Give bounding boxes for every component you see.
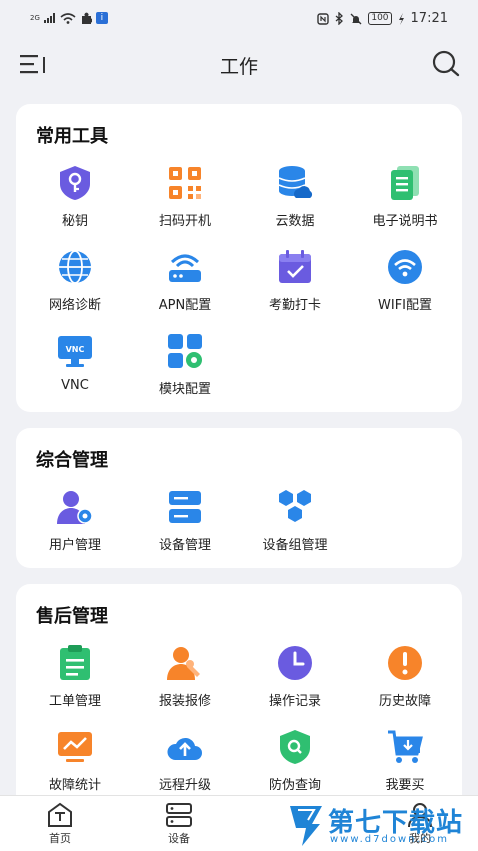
tool-label: 云数据 — [275, 214, 315, 229]
want-to-buy[interactable]: 我要买 — [350, 728, 460, 793]
tab-label: 设备 — [168, 832, 190, 845]
tool-cloud-data[interactable]: 云数据 — [240, 164, 350, 229]
menu-label: 用户管理 — [48, 538, 101, 553]
tool-label: VNC — [61, 378, 89, 393]
section-common-tools: 常用工具 秘钥 扫码开机 云数据 电子说明书 网络诊断 APN配置 考勤打卡 W… — [16, 104, 462, 412]
charging-icon — [398, 12, 404, 25]
cloud-upload-icon — [167, 737, 202, 760]
tab-label: 首页 — [49, 832, 71, 845]
remote-upgrade[interactable]: 远程升级 — [130, 728, 240, 793]
tool-key[interactable]: 秘钥 — [20, 164, 130, 229]
menu-label: 防伪查询 — [268, 778, 321, 793]
tool-label: WIFI配置 — [378, 298, 432, 313]
mute-icon — [350, 13, 362, 24]
tool-attendance[interactable]: 考勤打卡 — [240, 248, 350, 313]
device-group-management[interactable]: 设备组管理 — [240, 488, 350, 553]
battery-indicator: 100 — [368, 12, 392, 25]
info-icon: i — [95, 12, 108, 24]
home-icon — [48, 802, 72, 827]
shield-search-icon — [280, 730, 310, 764]
tool-label: 考勤打卡 — [268, 298, 321, 313]
cloud-database-icon — [278, 166, 313, 198]
tab-devices[interactable]: 设备 — [149, 802, 209, 846]
menu-label: 我要买 — [385, 778, 425, 793]
tool-label: 秘钥 — [61, 214, 88, 229]
tool-apn-config[interactable]: APN配置 — [130, 248, 240, 313]
monitor-vnc-icon: VNC — [58, 336, 92, 367]
alert-icon — [388, 646, 422, 680]
tool-manual[interactable]: 电子说明书 — [350, 164, 460, 229]
menu-label: 远程升级 — [158, 778, 211, 793]
tool-vnc[interactable]: VNC VNC — [20, 332, 130, 393]
tool-label: 扫码开机 — [158, 214, 211, 229]
tool-scan-boot[interactable]: 扫码开机 — [130, 164, 240, 229]
watermark-logo — [290, 806, 322, 846]
device-tab-icon — [166, 803, 192, 827]
chart-monitor-icon — [58, 732, 92, 762]
anti-counterfeit-query[interactable]: 防伪查询 — [240, 728, 350, 793]
page-title: 工作 — [219, 56, 258, 78]
key-icon — [60, 166, 90, 200]
menu-label: 工单管理 — [48, 694, 101, 709]
section-title: 售后管理 — [36, 606, 108, 627]
app-header: 工作 — [0, 42, 478, 86]
status-time: 17:21 — [410, 11, 448, 26]
tool-module-config[interactable]: 模块配置 — [130, 332, 240, 397]
wifi-status-icon — [60, 12, 76, 24]
status-bar: 2G i 100 17:21 — [0, 0, 478, 42]
nfc-icon — [317, 12, 330, 25]
tool-label: APN配置 — [158, 298, 212, 313]
tool-label: 网络诊断 — [48, 298, 101, 313]
clipboard-icon — [60, 645, 90, 680]
menu-label: 故障统计 — [48, 778, 101, 793]
clock-icon — [278, 646, 312, 680]
tab-home[interactable]: 首页 — [30, 802, 90, 846]
fault-statistics[interactable]: 故障统计 — [20, 728, 130, 793]
wrench-person-icon — [167, 647, 200, 680]
section-general-management: 综合管理 用户管理 设备管理 设备组管理 — [16, 428, 462, 568]
tool-label: 模块配置 — [158, 382, 211, 397]
hexagon-group-icon — [279, 490, 311, 522]
qr-code-icon — [169, 167, 201, 199]
work-order-management[interactable]: 工单管理 — [20, 644, 130, 709]
menu-label: 设备组管理 — [262, 538, 328, 553]
signal-icon — [43, 13, 55, 23]
fault-history[interactable]: 历史故障 — [350, 644, 460, 709]
section-title: 常用工具 — [36, 126, 108, 147]
tool-network-diagnosis[interactable]: 网络诊断 — [20, 248, 130, 313]
server-icon — [169, 491, 201, 523]
svg-text:VNC: VNC — [66, 345, 85, 354]
user-management[interactable]: 用户管理 — [20, 488, 130, 553]
section-title: 综合管理 — [36, 450, 108, 471]
install-repair[interactable]: 报装报修 — [130, 644, 240, 709]
device-management[interactable]: 设备管理 — [130, 488, 240, 553]
tool-wifi-config[interactable]: WIFI配置 — [350, 248, 460, 313]
network-type-label: 2G — [30, 14, 40, 22]
search-icon[interactable] — [430, 48, 462, 80]
router-icon — [169, 254, 201, 282]
tool-label: 电子说明书 — [372, 214, 438, 229]
menu-label: 操作记录 — [268, 694, 321, 709]
watermark-url: www.d7down.com — [330, 834, 450, 845]
operation-log[interactable]: 操作记录 — [240, 644, 350, 709]
wifi-icon — [388, 250, 422, 284]
bluetooth-icon — [335, 12, 344, 25]
user-settings-icon — [57, 491, 93, 524]
menu-label: 设备管理 — [158, 538, 211, 553]
menu-label: 历史故障 — [378, 694, 431, 709]
manual-icon — [391, 166, 419, 200]
cart-icon — [388, 730, 423, 763]
menu-label: 报装报修 — [158, 694, 211, 709]
watermark: 第七下载站 www.d7down.com — [284, 800, 478, 850]
module-settings-icon — [168, 334, 202, 368]
section-after-sales: 售后管理 工单管理 报装报修 操作记录 历史故障 故障统计 远程升级 防伪查询 … — [16, 584, 462, 814]
extension-icon — [81, 12, 92, 24]
globe-icon — [59, 250, 91, 284]
calendar-check-icon — [279, 250, 311, 283]
